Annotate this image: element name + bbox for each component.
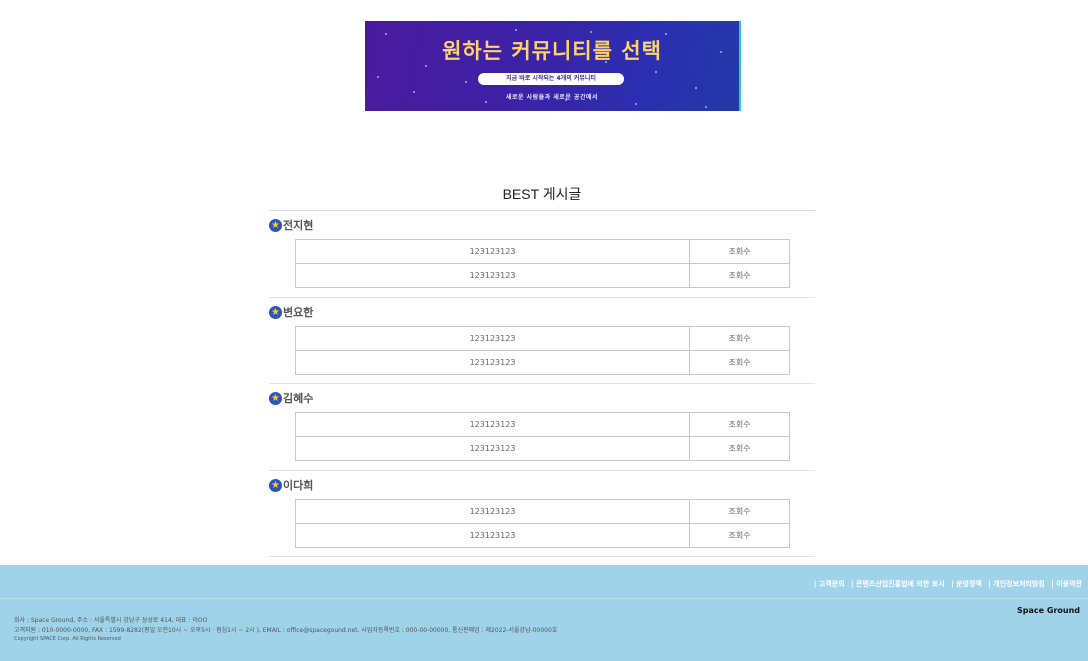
- banner-star: [605, 61, 607, 63]
- group-divider: [269, 297, 815, 298]
- table-row[interactable]: 123123123 조회수: [295, 239, 790, 264]
- author-header: ★ 변요한: [269, 304, 313, 320]
- post-table: 123123123 조회수 123123123 조회수: [295, 239, 790, 288]
- table-row[interactable]: 123123123 조회수: [295, 436, 790, 461]
- banner-star: [515, 29, 517, 31]
- post-table: 123123123 조회수 123123123 조회수: [295, 499, 790, 548]
- title-divider: [269, 210, 815, 211]
- group-divider: [269, 470, 815, 471]
- star-badge-icon: ★: [269, 218, 282, 232]
- banner-star: [413, 91, 415, 93]
- star-badge-icon: ★: [269, 391, 282, 405]
- footer: | 고객문의 | 콘텐츠산업진흥법에 의한 표시 | 운영정책 | 개인정보처리…: [0, 565, 1088, 661]
- company-info: 회사 : Space Ground, 주소 : 서울특별시 강남구 삼성로 41…: [14, 616, 557, 645]
- table-row[interactable]: 123123123 조회수: [295, 350, 790, 375]
- footer-link-contact[interactable]: | 고객문의: [814, 580, 845, 588]
- post-title[interactable]: 123123123: [295, 412, 690, 437]
- company-info-line: 고객지원 : 010-0000-0000, FAX : 1599-8282(평일…: [14, 626, 558, 634]
- footer-link-content-notice[interactable]: | 콘텐츠산업진흥법에 의한 표시: [851, 580, 945, 588]
- author-name: 전지현: [283, 219, 314, 232]
- footer-link-policy[interactable]: | 운영정책: [951, 580, 982, 588]
- best-posts-title: BEST 게시글: [502, 186, 582, 202]
- post-title[interactable]: 123123123: [295, 263, 690, 288]
- copyright: Copyright SPACE Corp. All Rights Reserve…: [14, 636, 121, 642]
- community-banner[interactable]: 원하는 커뮤니티를 선택 지금 바로 시작되는 4개의 커뮤니티 새로운 사람들…: [365, 21, 741, 111]
- banner-star: [545, 73, 547, 75]
- author-header: ★ 이다희: [269, 477, 313, 493]
- post-views: 조회수: [689, 523, 790, 548]
- banner-star: [385, 33, 387, 35]
- banner-star: [565, 99, 567, 101]
- table-row[interactable]: 123123123 조회수: [295, 263, 790, 288]
- author-name: 이다희: [283, 479, 314, 492]
- author-name: 변요한: [283, 306, 314, 319]
- banner-star: [465, 81, 467, 83]
- post-views: 조회수: [689, 263, 790, 288]
- post-title[interactable]: 123123123: [295, 326, 690, 351]
- banner-star: [425, 65, 427, 67]
- footer-link-privacy[interactable]: | 개인정보처리방침: [988, 580, 1045, 588]
- banner-star: [590, 31, 592, 33]
- post-title[interactable]: 123123123: [295, 499, 690, 524]
- banner-star: [720, 51, 722, 53]
- author-header: ★ 김혜수: [269, 390, 313, 406]
- post-title[interactable]: 123123123: [295, 350, 690, 375]
- banner-star: [485, 101, 487, 103]
- table-row[interactable]: 123123123 조회수: [295, 499, 790, 524]
- banner-star: [705, 106, 707, 108]
- post-title[interactable]: 123123123: [295, 523, 690, 548]
- table-row[interactable]: 123123123 조회수: [295, 412, 790, 437]
- star-badge-icon: ★: [269, 478, 282, 492]
- post-table: 123123123 조회수 123123123 조회수: [295, 326, 790, 375]
- table-row[interactable]: 123123123 조회수: [295, 326, 790, 351]
- banner-star: [635, 103, 637, 105]
- post-table: 123123123 조회수 123123123 조회수: [295, 412, 790, 461]
- banner-pill: 지금 바로 시작되는 4개의 커뮤니티: [478, 73, 624, 85]
- banner-title: 원하는 커뮤니티를 선택: [442, 39, 662, 63]
- group-divider: [269, 383, 815, 384]
- post-views: 조회수: [689, 436, 790, 461]
- author-header: ★ 전지현: [269, 217, 313, 233]
- post-views: 조회수: [689, 350, 790, 375]
- post-views: 조회수: [689, 239, 790, 264]
- post-views: 조회수: [689, 412, 790, 437]
- footer-links: | 고객문의 | 콘텐츠산업진흥법에 의한 표시 | 운영정책 | 개인정보처리…: [810, 579, 1082, 589]
- banner-star: [655, 71, 657, 73]
- banner-star: [665, 33, 667, 35]
- footer-link-terms[interactable]: | 이용약관: [1051, 580, 1082, 588]
- post-title[interactable]: 123123123: [295, 239, 690, 264]
- footer-divider: [0, 598, 1088, 599]
- banner-star: [695, 87, 697, 89]
- table-row[interactable]: 123123123 조회수: [295, 523, 790, 548]
- author-name: 김혜수: [283, 392, 314, 405]
- banner-star: [445, 51, 447, 53]
- company-info-line: 회사 : Space Ground, 주소 : 서울특별시 강남구 삼성로 41…: [14, 617, 208, 624]
- star-badge-icon: ★: [269, 305, 282, 319]
- post-views: 조회수: [689, 326, 790, 351]
- banner-subtitle: 새로운 사람들과 새로운 공간에서: [505, 94, 599, 101]
- post-views: 조회수: [689, 499, 790, 524]
- group-divider: [269, 556, 815, 557]
- banner-star: [377, 76, 379, 78]
- footer-brand-logo: Space Ground: [1017, 606, 1080, 615]
- post-title[interactable]: 123123123: [295, 436, 690, 461]
